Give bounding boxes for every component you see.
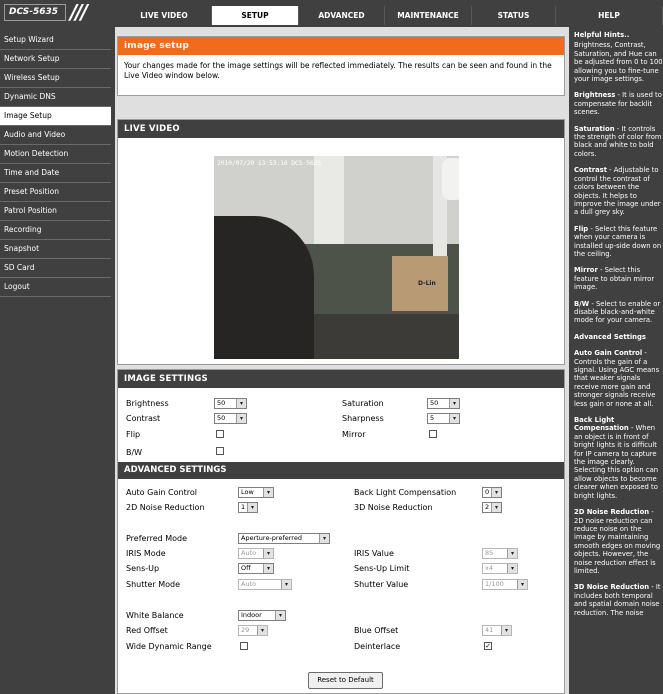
- help-saturation: Saturation - It controls the strength of…: [574, 124, 662, 158]
- help-contrast: Contrast - Adjustable to control the con…: [574, 166, 661, 217]
- deinterlace-label: Deinterlace: [354, 642, 401, 651]
- sidebar-item-motion-detection[interactable]: Motion Detection: [0, 145, 111, 164]
- sensup-label: Sens-Up: [126, 564, 160, 573]
- brightness-select[interactable]: 50: [214, 398, 247, 409]
- main-tabs: LIVE VIDEO SETUP ADVANCED MAINTENANCE ST…: [117, 6, 663, 25]
- contrast-select[interactable]: 50: [214, 413, 247, 424]
- sidebar: Setup Wizard Network Setup Wireless Setu…: [0, 31, 111, 297]
- sensup-limit-select[interactable]: x4: [482, 563, 518, 574]
- white-balance-select[interactable]: Indoor: [238, 610, 286, 621]
- tab-advanced[interactable]: ADVANCED: [299, 6, 385, 25]
- logo-slash-icon: ///: [70, 0, 88, 24]
- image-settings-title: IMAGE SETTINGS: [118, 370, 564, 388]
- blc-label: Back Light Compensation: [354, 488, 457, 497]
- shutter-value-select[interactable]: 1/100: [482, 579, 528, 590]
- video-sign-text: D-Lin: [418, 280, 436, 287]
- agc-select[interactable]: Low: [238, 487, 274, 498]
- help-intro: Brightness, Contrast, Saturation, and Hu…: [574, 41, 663, 84]
- help-title: Helpful Hints..: [574, 31, 630, 39]
- sensup-limit-label: Sens-Up Limit: [354, 564, 410, 573]
- nr2d-select[interactable]: 1: [238, 502, 258, 513]
- live-video-panel: LIVE VIDEO 2010/07/20 13:53:16 DCS-5635 …: [117, 119, 565, 365]
- wdr-checkbox[interactable]: [240, 642, 248, 650]
- page-title: image setup: [118, 37, 564, 55]
- help-panel: Helpful Hints.. Brightness, Contrast, Sa…: [571, 27, 663, 694]
- help-bw: B/W - Select to enable or disable black-…: [574, 299, 661, 325]
- bw-label: B/W: [126, 448, 143, 457]
- tab-help[interactable]: HELP: [556, 6, 663, 25]
- nr3d-select[interactable]: 2: [482, 502, 502, 513]
- sidebar-item-snapshot[interactable]: Snapshot: [0, 240, 111, 259]
- tab-maintenance[interactable]: MAINTENANCE: [385, 6, 472, 25]
- shutter-mode-label: Shutter Mode: [126, 580, 181, 589]
- nr2d-label: 2D Noise Reduction: [126, 503, 205, 512]
- iris-mode-select[interactable]: Auto: [238, 548, 274, 559]
- intro-panel: image setup Your changes made for the im…: [117, 36, 565, 96]
- mirror-checkbox[interactable]: [429, 430, 437, 438]
- tab-status[interactable]: STATUS: [472, 6, 556, 25]
- preferred-mode-select[interactable]: Aperture-preferred: [238, 533, 330, 544]
- sidebar-item-setup-wizard[interactable]: Setup Wizard: [0, 31, 111, 50]
- live-video-feed: 2010/07/20 13:53:16 DCS-5635 D-Lin: [214, 156, 459, 359]
- live-video-title: LIVE VIDEO: [118, 120, 564, 138]
- flip-label: Flip: [126, 430, 141, 439]
- sidebar-item-sd-card[interactable]: SD Card: [0, 259, 111, 278]
- sidebar-item-logout[interactable]: Logout: [0, 278, 111, 297]
- brightness-label: Brightness: [126, 399, 169, 408]
- sidebar-item-network-setup[interactable]: Network Setup: [0, 50, 111, 69]
- shutter-value-label: Shutter Value: [354, 580, 409, 589]
- help-mirror: Mirror - Select this feature to obtain m…: [574, 266, 655, 292]
- red-offset-label: Red Offset: [126, 626, 168, 635]
- sidebar-item-image-setup[interactable]: Image Setup: [0, 107, 111, 126]
- iris-value-select[interactable]: 85: [482, 548, 518, 559]
- advanced-settings-title: ADVANCED SETTINGS: [118, 462, 564, 479]
- sidebar-item-wireless-setup[interactable]: Wireless Setup: [0, 69, 111, 88]
- product-logo: DCS-5635: [4, 4, 66, 21]
- agc-label: Auto Gain Control: [126, 488, 197, 497]
- blc-select[interactable]: 0: [482, 487, 502, 498]
- help-nr3d: 3D Noise Reduction - It includes both te…: [574, 583, 661, 617]
- reset-to-default-button[interactable]: Reset to Default: [308, 672, 383, 689]
- help-blc: Back Light Compensation - When an object…: [574, 416, 659, 500]
- iris-mode-label: IRIS Mode: [126, 549, 166, 558]
- blue-offset-label: Blue Offset: [354, 626, 399, 635]
- tab-setup[interactable]: SETUP: [212, 6, 299, 25]
- help-flip: Flip - Select this feature when your cam…: [574, 224, 662, 258]
- deinterlace-checkbox[interactable]: ✓: [484, 642, 492, 650]
- video-timestamp: 2010/07/20 13:53:16 DCS-5635: [217, 159, 321, 167]
- intro-text: Your changes made for the image settings…: [124, 61, 552, 80]
- sensup-select[interactable]: Off: [238, 563, 274, 574]
- sidebar-item-preset-position[interactable]: Preset Position: [0, 183, 111, 202]
- blue-offset-select[interactable]: 41: [482, 625, 512, 636]
- shutter-mode-select[interactable]: Auto: [238, 579, 292, 590]
- nr3d-label: 3D Noise Reduction: [354, 503, 433, 512]
- sidebar-item-recording[interactable]: Recording: [0, 221, 111, 240]
- help-advanced-title: Advanced Settings: [574, 332, 646, 341]
- main-content: image setup Your changes made for the im…: [115, 27, 569, 694]
- sidebar-item-patrol-position[interactable]: Patrol Position: [0, 202, 111, 221]
- preferred-mode-label: Preferred Mode: [126, 534, 188, 543]
- mirror-label: Mirror: [342, 430, 366, 439]
- red-offset-select[interactable]: 29: [238, 625, 268, 636]
- contrast-label: Contrast: [126, 414, 161, 423]
- help-agc: Auto Gain Control - Controls the gain of…: [574, 349, 660, 408]
- saturation-select[interactable]: 50: [427, 398, 460, 409]
- image-settings-panel: IMAGE SETTINGS Brightness 50 Saturation …: [117, 369, 565, 694]
- tab-live-video[interactable]: LIVE VIDEO: [117, 6, 212, 25]
- help-brightness: Brightness - It is used to compensate fo…: [574, 91, 662, 117]
- sidebar-item-time-date[interactable]: Time and Date: [0, 164, 111, 183]
- help-nr2d: 2D Noise Reduction - 2D noise reduction …: [574, 508, 661, 575]
- top-bar: DCS-5635 /// LIVE VIDEO SETUP ADVANCED M…: [0, 0, 663, 27]
- wdr-label: Wide Dynamic Range: [126, 642, 212, 651]
- white-balance-label: White Balance: [126, 611, 184, 620]
- bw-checkbox[interactable]: [216, 447, 224, 455]
- sidebar-item-audio-video[interactable]: Audio and Video: [0, 126, 111, 145]
- saturation-label: Saturation: [342, 399, 384, 408]
- iris-value-label: IRIS Value: [354, 549, 394, 558]
- flip-checkbox[interactable]: [216, 430, 224, 438]
- sharpness-select[interactable]: 5: [427, 413, 460, 424]
- sidebar-item-dynamic-dns[interactable]: Dynamic DNS: [0, 88, 111, 107]
- sharpness-label: Sharpness: [342, 414, 384, 423]
